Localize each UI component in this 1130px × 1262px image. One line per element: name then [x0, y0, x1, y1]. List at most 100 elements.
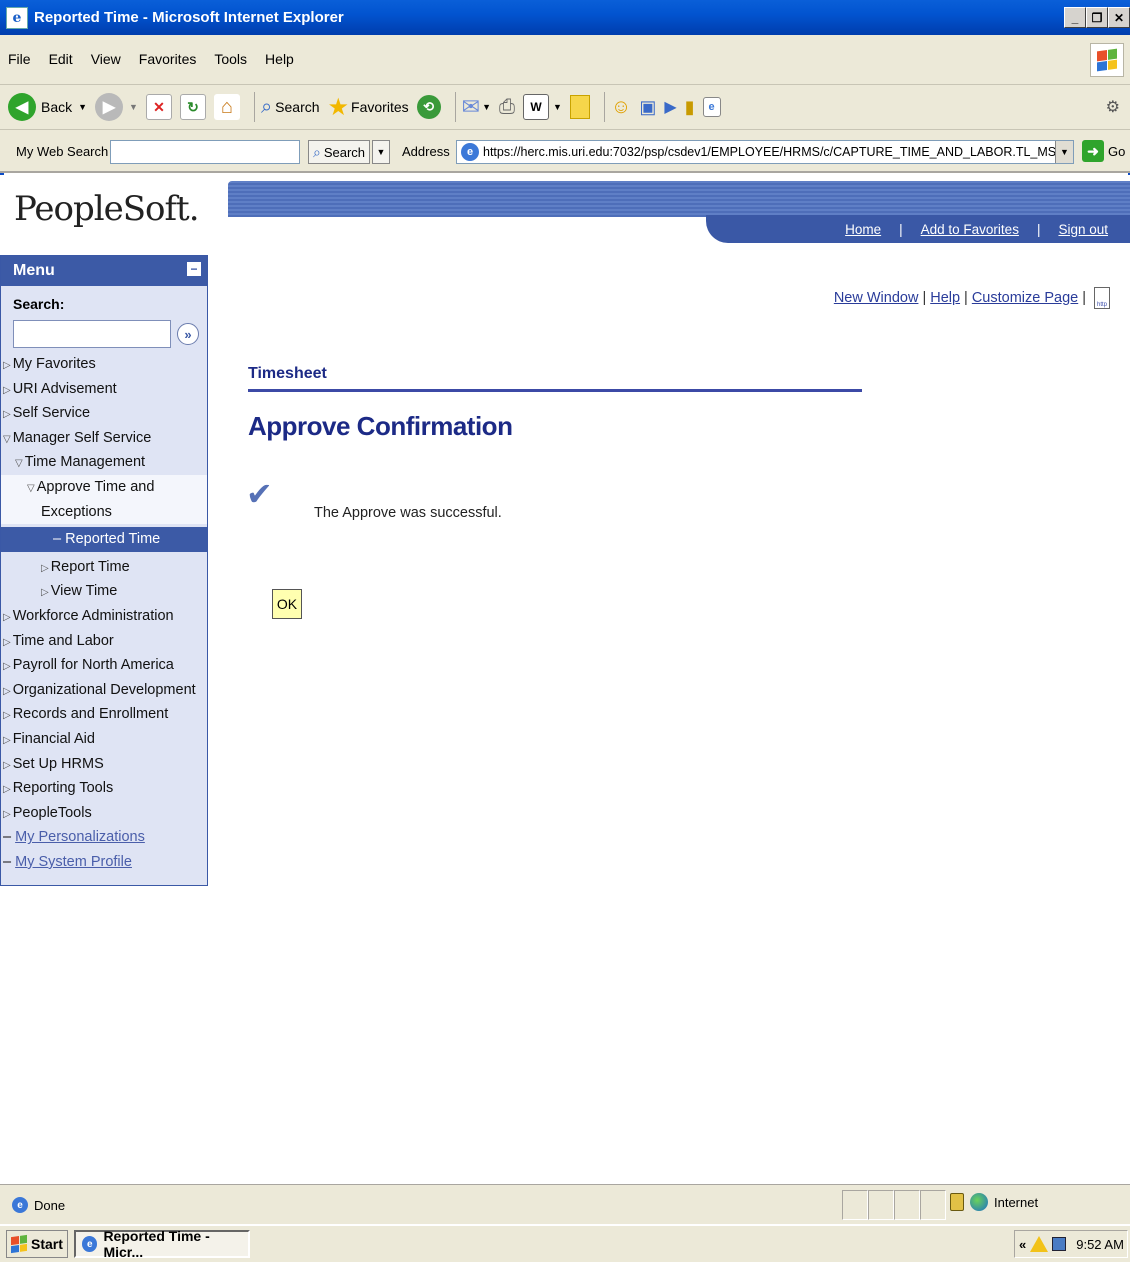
system-tray: « 9:52 AM — [1014, 1230, 1128, 1258]
address-input[interactable]: e https://herc.mis.uri.edu:7032/psp/csde… — [456, 140, 1074, 164]
messenger-icon[interactable]: ☺ — [611, 96, 631, 119]
menu-tools[interactable]: Tools — [214, 51, 247, 67]
sidebar-selected-group: ▽ Approve Time and Exceptions — [1, 474, 207, 525]
confirmation-message: The Approve was successful. — [314, 505, 502, 521]
home-icon[interactable]: ⌂ — [213, 94, 240, 120]
menu-sidebar: Menu − Search: » ▷ My Favorites ▷ URI Advi… — [0, 255, 208, 886]
sidebar-item-payroll[interactable]: ▷ Payroll for North America — [1, 653, 207, 678]
http-page-icon[interactable]: http — [1094, 287, 1110, 309]
ie-page-icon: e — [12, 1197, 28, 1213]
forward-dropdown-icon[interactable]: ▼ — [129, 102, 138, 112]
my-web-search-button[interactable]: ⌕ Search — [308, 140, 370, 164]
start-button[interactable]: Start — [6, 1230, 68, 1258]
search-dropdown-icon[interactable]: ▼ — [372, 140, 390, 164]
print-icon[interactable]: ⎙ — [499, 96, 515, 119]
status-text: Done — [34, 1197, 66, 1213]
ie-page-icon: e — [461, 143, 479, 161]
sidebar-item-uri-advisement[interactable]: ▷ URI Advisement — [1, 377, 207, 402]
sidebar-item-reported-time[interactable]: – Reported Time — [1, 527, 207, 552]
forward-button[interactable]: ▶ ▼ — [95, 93, 138, 121]
my-web-search-label: My Web Search — [16, 144, 109, 159]
sidebar-item-my-system-profile[interactable]: – My System Profile — [1, 850, 207, 875]
customize-page-link[interactable]: Customize Page — [972, 290, 1078, 306]
word-icon[interactable]: W — [522, 94, 549, 120]
address-dropdown-icon[interactable]: ▼ — [1055, 141, 1073, 163]
sidebar-item-financial-aid[interactable]: ▷ Financial Aid — [1, 727, 207, 752]
address-url[interactable]: https://herc.mis.uri.edu:7032/psp/csdev1… — [483, 145, 1055, 159]
address-bar-row: My Web Search ⌕ Search ▼ Address e https… — [0, 130, 1130, 173]
search-icon: ⌕ — [312, 143, 321, 160]
maximize-button[interactable]: ❐ — [1086, 7, 1108, 28]
sidebar-item-my-favorites[interactable]: ▷ My Favorites — [1, 352, 207, 377]
back-dropdown-icon[interactable]: ▼ — [78, 102, 87, 112]
sidebar-item-organizational-development[interactable]: ▷ Organizational Development — [1, 678, 207, 703]
search-toolbar-button[interactable]: ⌕ Search — [261, 96, 320, 119]
sidebar-item-manager-self-service[interactable]: ▽ Manager Self Service — [1, 426, 207, 451]
clock: 9:52 AM — [1076, 1236, 1124, 1252]
new-window-link[interactable]: New Window — [834, 290, 919, 306]
media-icon[interactable]: ▶ — [664, 97, 676, 117]
menu-view[interactable]: View — [91, 51, 121, 67]
menu-favorites[interactable]: Favorites — [139, 51, 197, 67]
sidebar-item-reporting-tools[interactable]: ▷ Reporting Tools — [1, 776, 207, 801]
zone-label: Internet — [994, 1194, 1039, 1210]
go-button[interactable]: ➜ Go — [1082, 140, 1125, 162]
research-icon[interactable]: ▮ — [685, 97, 695, 118]
favorites-toolbar-button[interactable]: ★ Favorites — [328, 93, 409, 122]
sidebar-item-view-time[interactable]: ▷ View Time — [1, 579, 207, 604]
taskbar: Start e Reported Time - Micr... « 9:52 A… — [0, 1224, 1130, 1262]
star-icon: ★ — [327, 93, 350, 121]
menu-search-go-icon[interactable]: » — [177, 323, 199, 345]
menu-header: Menu − — [1, 256, 207, 286]
back-button[interactable]: ◀ Back ▼ — [8, 93, 87, 121]
sidebar-item-workforce-administration[interactable]: ▷ Workforce Administration — [1, 604, 207, 629]
settings-gear-icon[interactable]: ⚙ — [1106, 97, 1120, 117]
warning-icon[interactable] — [1030, 1236, 1049, 1252]
stop-icon[interactable]: ✕ — [145, 94, 172, 120]
ie-page-icon[interactable]: e — [702, 97, 721, 117]
refresh-icon[interactable]: ↻ — [179, 94, 206, 120]
my-web-search-input[interactable] — [110, 140, 300, 164]
add-to-favorites-link[interactable]: Add to Favorites — [921, 222, 1019, 237]
ok-button[interactable]: OK — [272, 589, 302, 619]
sidebar-item-exceptions[interactable]: Exceptions — [1, 500, 207, 525]
window-title-bar: e Reported Time - Microsoft Internet Exp… — [0, 0, 1130, 35]
toolbar-separator — [603, 92, 605, 122]
network-icon[interactable] — [1052, 1237, 1067, 1251]
status-bar: e Done Internet — [0, 1184, 1130, 1224]
sidebar-item-approve-time[interactable]: ▽ Approve Time and — [1, 475, 207, 500]
minimize-button[interactable]: _ — [1064, 7, 1086, 28]
taskbar-item-reported-time[interactable]: e Reported Time - Micr... — [74, 1228, 250, 1260]
menu-edit[interactable]: Edit — [49, 51, 73, 67]
sidebar-item-records-enrollment[interactable]: ▷ Records and Enrollment — [1, 702, 207, 727]
menu-file[interactable]: File — [8, 51, 31, 67]
sidebar-item-my-personalizations[interactable]: – My Personalizations — [1, 825, 207, 850]
help-link[interactable]: Help — [930, 290, 960, 306]
monitor-icon[interactable]: ▣ — [639, 97, 656, 118]
browser-toolbar: ◀ Back ▼ ▶ ▼ ✕ ↻ ⌂ ⌕ Search ★ Favorites … — [0, 85, 1130, 130]
menu-search-input[interactable] — [13, 320, 171, 348]
sidebar-item-set-up-hrms[interactable]: ▷ Set Up HRMS — [1, 752, 207, 777]
globe-icon — [970, 1193, 988, 1211]
close-button[interactable]: ✕ — [1108, 7, 1130, 28]
sidebar-item-self-service[interactable]: ▷ Self Service — [1, 401, 207, 426]
windows-logo-icon — [11, 1234, 27, 1254]
tray-expand-icon[interactable]: « — [1019, 1237, 1026, 1252]
window-controls: _ ❐ ✕ — [1064, 7, 1130, 28]
sign-out-link[interactable]: Sign out — [1058, 222, 1108, 237]
sidebar-item-time-and-labor[interactable]: ▷ Time and Labor — [1, 629, 207, 654]
note-icon[interactable] — [569, 95, 590, 119]
home-link[interactable]: Home — [845, 222, 881, 237]
windows-logo-icon — [1090, 43, 1124, 77]
mail-icon[interactable]: ✉ — [462, 94, 480, 120]
history-icon[interactable]: ⟲ — [416, 95, 441, 119]
sidebar-item-peopletools[interactable]: ▷ PeopleTools — [1, 801, 207, 826]
collapse-icon[interactable]: − — [187, 262, 201, 276]
header-nav: Home | Add to Favorites | Sign out — [706, 215, 1130, 243]
sidebar-item-report-time[interactable]: ▷ Report Time — [1, 555, 207, 580]
ie-icon: e — [82, 1236, 98, 1252]
menu-help[interactable]: Help — [265, 51, 294, 67]
sidebar-item-time-management[interactable]: ▽ Time Management — [1, 450, 207, 475]
peoplesoft-logo: PeopleSoft. — [14, 189, 200, 229]
toolbar-separator — [253, 92, 255, 122]
